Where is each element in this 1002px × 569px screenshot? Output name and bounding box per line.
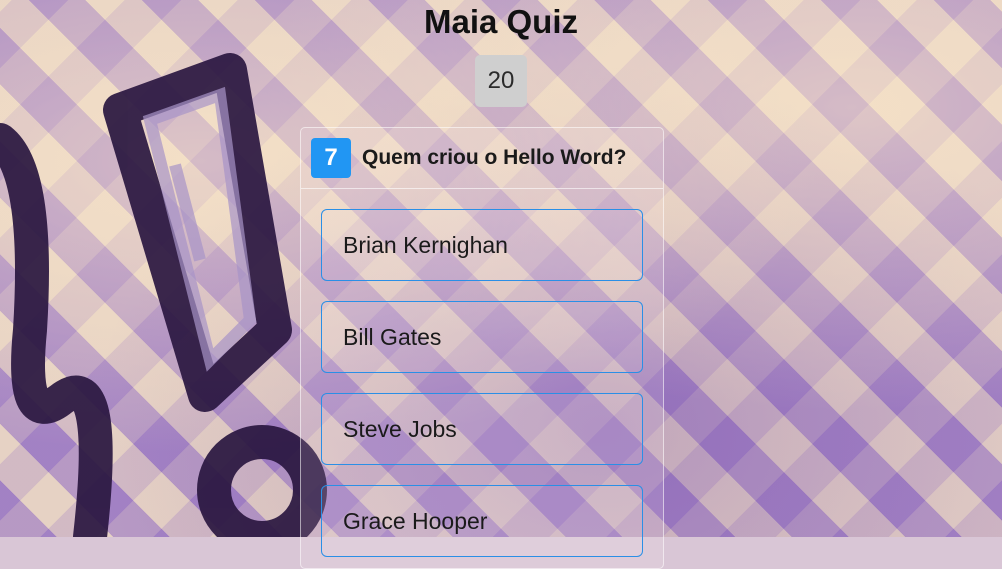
answer-label: Bill Gates [343,323,442,350]
countdown-timer: 20 [475,55,527,107]
question-card: 7 Quem criou o Hello Word? Brian Kernigh… [300,127,664,569]
answer-label: Grace Hooper [343,507,488,534]
answer-option[interactable]: Steve Jobs [321,393,643,465]
question-text: Quem criou o Hello Word? [362,146,627,169]
app-title: Maia Quiz [423,3,579,40]
answer-option[interactable]: Bill Gates [321,301,643,373]
question-number-badge: 7 [311,138,351,178]
answer-label: Steve Jobs [343,415,457,442]
question-header: 7 Quem criou o Hello Word? [301,128,663,189]
answer-option[interactable]: Grace Hooper [321,485,643,557]
answer-list: Brian Kernighan Bill Gates Steve Jobs Gr… [301,189,663,557]
answer-option[interactable]: Brian Kernighan [321,209,643,281]
header: Maia Quiz 20 [0,0,1002,107]
answer-label: Brian Kernighan [343,231,508,258]
